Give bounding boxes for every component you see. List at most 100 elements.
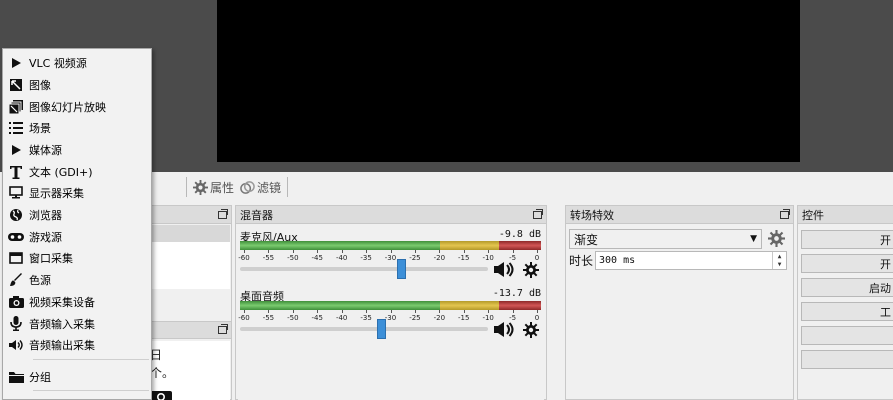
mixer-dock-title: 混音器 <box>236 206 546 224</box>
float-icon[interactable] <box>533 208 543 219</box>
folder-icon <box>8 371 24 383</box>
menu-item-text-gdi[interactable]: 文本 (GDI+) <box>3 161 151 182</box>
menu-item-label: 图像 <box>29 78 51 92</box>
tick-label: -15 <box>458 314 470 322</box>
menu-item-browser[interactable]: 浏览器 <box>3 204 151 225</box>
gear-icon[interactable] <box>523 322 539 338</box>
tick-label: -40 <box>335 314 348 322</box>
sources-dock-title <box>148 321 232 339</box>
speaker-icon[interactable] <box>493 261 515 278</box>
tick-label: -60 <box>238 314 250 322</box>
tick-mark <box>317 310 319 313</box>
scenes-dock-title <box>149 206 231 224</box>
tick-label: 0 <box>534 254 540 262</box>
tick-label: -15 <box>458 254 470 262</box>
start-virtual-camera-button[interactable]: 启动 <box>801 278 893 297</box>
volume-slider-thumb[interactable] <box>377 319 387 339</box>
duration-input[interactable]: 300 ms ▲ ▼ <box>595 251 787 270</box>
float-icon[interactable] <box>218 208 228 219</box>
menu-item-audio-output-capture[interactable]: 音频输出采集 <box>3 334 151 355</box>
menu-item-image[interactable]: 图像 <box>3 74 151 95</box>
transition-select[interactable]: 渐变 ▼ <box>569 229 762 249</box>
transition-selected: 渐变 <box>574 232 599 247</box>
volume-slider-track[interactable] <box>240 327 488 331</box>
tick-label: 0 <box>534 314 540 322</box>
settings-button[interactable] <box>801 326 893 345</box>
menu-item-label: 游戏源 <box>29 230 62 244</box>
menu-item-media-source[interactable]: 媒体源 <box>3 139 151 160</box>
volume-slider-thumb[interactable] <box>397 259 407 279</box>
gear-icon[interactable] <box>523 262 539 278</box>
float-icon[interactable] <box>218 324 228 334</box>
studio-mode-button[interactable]: 工 <box>801 302 893 321</box>
menu-item-display-capture[interactable]: 显示器采集 <box>3 182 151 203</box>
filter-icon <box>240 180 255 194</box>
preview-canvas[interactable] <box>217 0 800 162</box>
filters-label: 滤镜 <box>257 180 282 195</box>
meter-yellow-zone <box>440 241 499 250</box>
tick-mark <box>317 250 319 253</box>
menu-item-label: 文本 (GDI+) <box>29 165 93 179</box>
menu-separator <box>33 390 149 391</box>
tick-mark <box>268 250 270 253</box>
menu-item-vlc-source[interactable]: VLC 视频源 <box>3 52 151 73</box>
menu-item-audio-input-capture[interactable]: 音频输入采集 <box>3 313 151 334</box>
meter-red-zone <box>499 301 541 310</box>
tick-label: -60 <box>238 254 250 262</box>
tick-mark <box>439 250 441 253</box>
source-toolbar: 属性 滤镜 <box>186 176 289 198</box>
menu-item-label: 窗口采集 <box>29 251 73 265</box>
transitions-title: 转场特效 <box>570 208 614 222</box>
menu-item-group[interactable]: 分组 <box>3 366 151 387</box>
tick-label: -40 <box>335 254 348 262</box>
tick-mark <box>390 310 392 313</box>
monitor-icon <box>9 186 23 199</box>
tick-mark <box>488 310 490 313</box>
play-icon <box>12 144 21 155</box>
tick-label: -50 <box>287 314 299 322</box>
gear-icon[interactable] <box>768 230 785 247</box>
tick-mark <box>414 310 416 313</box>
sources-hint-text: 个。 <box>150 366 175 380</box>
speaker-icon[interactable] <box>493 321 515 338</box>
tick-mark <box>414 250 416 253</box>
duration-value: 300 ms <box>599 255 636 266</box>
chevron-down-icon[interactable]: ▼ <box>778 261 782 268</box>
start-streaming-button[interactable]: 开 <box>801 230 893 249</box>
filters-button[interactable]: 滤镜 <box>240 179 281 196</box>
menu-item-label: 场景 <box>29 121 51 135</box>
tick-label: -45 <box>311 314 323 322</box>
menu-item-label: VLC 视频源 <box>29 56 87 70</box>
tick-mark <box>292 250 294 253</box>
tick-label: -55 <box>262 314 275 322</box>
menu-item-game-capture[interactable]: 游戏源 <box>3 226 151 247</box>
float-icon[interactable] <box>780 208 790 219</box>
tick-label: -20 <box>433 254 446 262</box>
exit-button[interactable] <box>801 350 893 369</box>
menu-item-scene[interactable]: 场景 <box>3 117 151 138</box>
duration-stepper[interactable]: ▲ ▼ <box>772 252 786 269</box>
scene-list[interactable] <box>150 242 230 289</box>
tick-mark <box>244 310 245 313</box>
gamepad-icon <box>8 232 24 241</box>
tick-mark <box>463 250 465 253</box>
tick-mark <box>366 250 368 253</box>
start-recording-button[interactable]: 开 <box>801 254 893 273</box>
menu-item-color-source[interactable]: 色源 <box>3 269 151 290</box>
properties-button[interactable]: 属性 <box>193 179 234 196</box>
chevron-up-icon[interactable]: ▲ <box>778 253 782 260</box>
tick-mark <box>512 310 514 313</box>
tick-mark <box>463 310 465 313</box>
menu-item-label: 音频输出采集 <box>29 338 95 352</box>
scene-selected-row[interactable] <box>150 225 230 242</box>
menu-item-label: 显示器采集 <box>29 186 84 200</box>
volume-slider-track[interactable] <box>240 267 488 271</box>
tick-label: -50 <box>287 254 299 262</box>
volume-meter <box>240 301 541 310</box>
menu-item-image-slideshow[interactable]: 图像幻灯片放映 <box>3 96 151 117</box>
meter-green-zone <box>240 241 440 250</box>
menu-item-window-capture[interactable]: 窗口采集 <box>3 247 151 268</box>
menu-item-video-capture-device[interactable]: 视频采集设备 <box>3 291 151 312</box>
image-icon <box>10 78 22 91</box>
tick-label: -25 <box>409 314 421 322</box>
